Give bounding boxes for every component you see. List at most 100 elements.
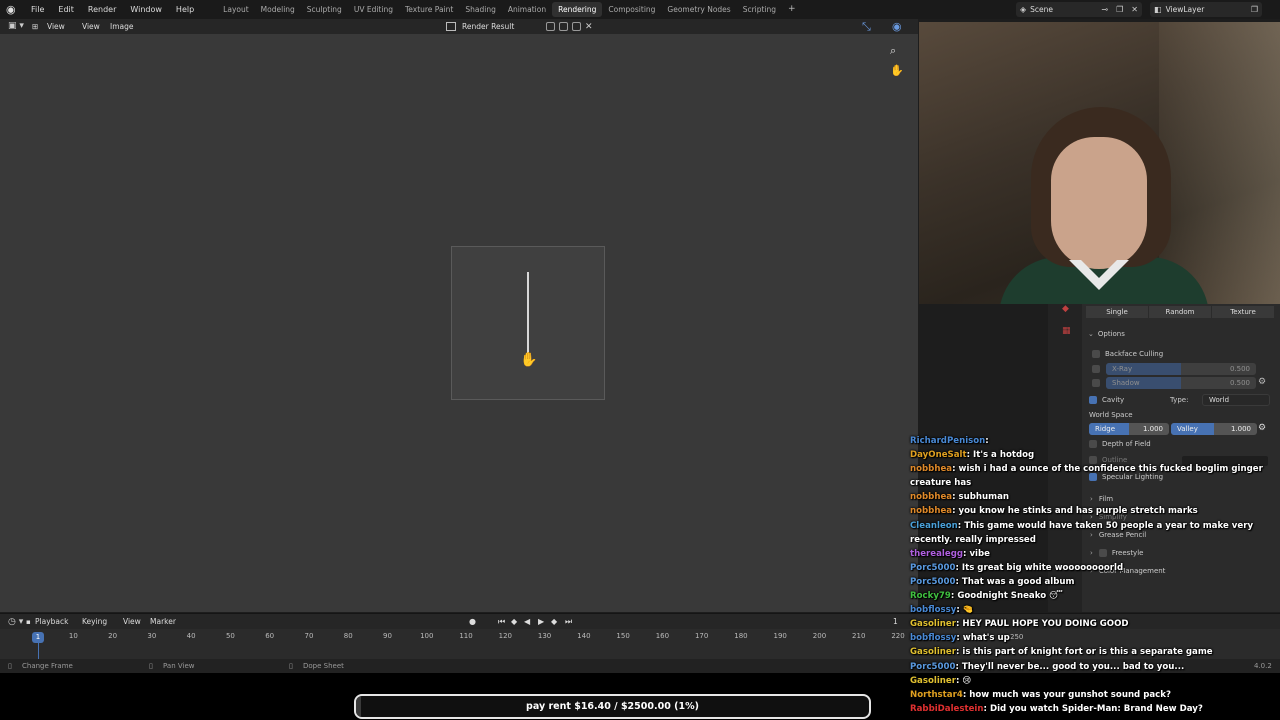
tab-texture-paint[interactable]: Texture Paint	[399, 2, 459, 17]
tab-modeling[interactable]: Modeling	[255, 2, 301, 17]
view-layer-selector[interactable]: ◧ ViewLayer ❐	[1150, 2, 1262, 17]
timeline-tick: 70	[304, 632, 314, 640]
chat-message: nobbhea: wish i had a ounce of the confi…	[910, 462, 1280, 490]
color-texture-button[interactable]: Texture	[1212, 306, 1274, 318]
timeline-tick: 130	[537, 632, 552, 640]
chat-username[interactable]: Rocky79	[910, 591, 951, 601]
chat-username[interactable]: RabbiDalestein	[910, 704, 984, 714]
menu-view-mode[interactable]: View	[47, 19, 65, 34]
chat-text: Goodnight Sneako 😴	[957, 591, 1063, 602]
timeline-tick: 140	[577, 632, 591, 640]
options-header[interactable]: Options	[1098, 330, 1125, 338]
timeline-tick: 80	[343, 632, 353, 640]
mode-icon[interactable]: ▪	[26, 614, 31, 630]
menu-timeline-view[interactable]: View	[123, 614, 141, 630]
cavity-type-select[interactable]: World	[1202, 394, 1270, 406]
pin-icon[interactable]: ⊸	[1097, 5, 1112, 14]
chat-username[interactable]: DayOneSalt	[910, 450, 967, 460]
folder-icon[interactable]	[572, 22, 581, 31]
next-keyframe-icon[interactable]: ◆	[551, 617, 557, 627]
texture-tab-icon[interactable]: ▦	[1062, 326, 1071, 336]
backface-culling-checkbox[interactable]	[1092, 350, 1100, 358]
render-tab-icon[interactable]: ◆	[1062, 304, 1069, 314]
menu-keying[interactable]: Keying	[82, 614, 107, 630]
play-reverse-icon[interactable]: ◀	[524, 617, 530, 627]
current-frame-field[interactable]: 1	[893, 614, 898, 630]
timeline-tick: 200	[812, 632, 827, 640]
chat-text: Its great big white woooooooorld	[961, 562, 1124, 573]
scene-selector[interactable]: ◈ Scene ⊸ ❐ ✕	[1016, 2, 1142, 17]
menu-image[interactable]: Image	[110, 19, 134, 34]
tab-layout[interactable]: Layout	[217, 2, 255, 17]
shadow-slider[interactable]: Shadow 0.500	[1106, 377, 1256, 389]
chat-username[interactable]: RichardPenison	[910, 436, 985, 446]
tab-animation[interactable]: Animation	[502, 2, 552, 17]
chat-username[interactable]: Porc5000	[910, 563, 955, 573]
chat-message: bobflossy: what's up	[910, 631, 1280, 645]
duplicate-icon[interactable]	[559, 22, 568, 31]
hand-pan-icon[interactable]: ✋	[890, 64, 904, 77]
menu-window[interactable]: Window	[123, 0, 169, 19]
prev-keyframe-icon[interactable]: ◆	[511, 617, 517, 627]
cavity-checkbox[interactable]	[1089, 396, 1097, 404]
tab-scripting[interactable]: Scripting	[737, 2, 782, 17]
copy-icon[interactable]: ❐	[1247, 5, 1262, 14]
chat-text: vibe	[969, 548, 990, 559]
view-mode-icon[interactable]: ⊞	[32, 19, 38, 34]
top-menubar: ◉ File Edit Render Window Help Layout Mo…	[0, 0, 1280, 19]
gear-icon[interactable]: ⚙	[1258, 423, 1266, 433]
mouse-left-icon: ▯	[8, 662, 12, 670]
chat-username[interactable]: Porc5000	[910, 662, 955, 672]
xray-slider[interactable]: X-Ray 0.500	[1106, 363, 1256, 375]
chat-username[interactable]: Northstar4	[910, 690, 963, 700]
play-icon[interactable]: ▶	[538, 617, 544, 627]
image-selector[interactable]: Render Result ✕	[446, 20, 598, 33]
record-icon[interactable]: ●	[469, 617, 476, 627]
tab-sculpting[interactable]: Sculpting	[301, 2, 348, 17]
jump-end-icon[interactable]: ⏭	[565, 617, 572, 627]
tab-shading[interactable]: Shading	[459, 2, 501, 17]
chat-username[interactable]: Porc5000	[910, 577, 955, 587]
chat-username[interactable]: therealegg	[910, 549, 963, 559]
close-icon[interactable]: ✕	[585, 22, 593, 32]
shield-icon[interactable]	[546, 22, 555, 31]
menu-help[interactable]: Help	[169, 0, 201, 19]
clock-icon[interactable]: ◷ ▾	[8, 614, 23, 630]
color-random-button[interactable]: Random	[1149, 306, 1211, 318]
playhead-frame[interactable]: 1	[32, 632, 44, 643]
tab-geometry-nodes[interactable]: Geometry Nodes	[661, 2, 736, 17]
add-workspace-button[interactable]: +	[782, 2, 802, 17]
menu-marker[interactable]: Marker	[150, 614, 176, 630]
copy-icon[interactable]: ❐	[1112, 5, 1127, 14]
close-icon[interactable]: ✕	[1127, 5, 1142, 14]
tab-rendering[interactable]: Rendering	[552, 2, 603, 17]
menu-playback[interactable]: Playback	[35, 614, 68, 630]
shadow-checkbox[interactable]	[1092, 379, 1100, 387]
color-single-button[interactable]: Single	[1086, 306, 1148, 318]
chat-username[interactable]: nobbhea	[910, 464, 952, 474]
chat-username[interactable]: nobbhea	[910, 492, 952, 502]
overlay-icon[interactable]: ◉	[892, 20, 902, 33]
chat-username[interactable]: Gasoliner	[910, 619, 956, 629]
zoom-icon[interactable]: ⌕	[890, 44, 896, 58]
chevron-down-icon[interactable]: ⌄	[1088, 330, 1094, 338]
jump-start-icon[interactable]: ⏮	[498, 617, 505, 627]
menu-file[interactable]: File	[24, 0, 51, 19]
menu-render[interactable]: Render	[81, 0, 123, 19]
gear-icon[interactable]: ⚙	[1258, 377, 1266, 387]
editor-type-icon[interactable]: ▣ ▾	[8, 21, 24, 31]
chat-username[interactable]: bobflossy	[910, 633, 956, 643]
chat-username[interactable]: Cleanleon	[910, 521, 958, 531]
chat-username[interactable]: nobbhea	[910, 506, 952, 516]
menu-edit[interactable]: Edit	[51, 0, 81, 19]
gizmo-icon[interactable]: ⤡	[862, 20, 871, 34]
tab-compositing[interactable]: Compositing	[602, 2, 661, 17]
menu-view[interactable]: View	[82, 19, 100, 34]
chat-username[interactable]: Gasoliner	[910, 647, 956, 657]
chat-username[interactable]: Gasoliner	[910, 676, 956, 686]
tab-uv-editing[interactable]: UV Editing	[348, 2, 399, 17]
chat-username[interactable]: bobflossy	[910, 605, 956, 615]
blender-logo-icon[interactable]: ◉	[6, 3, 18, 16]
xray-checkbox[interactable]	[1092, 365, 1100, 373]
chat-text: wish i had a ounce of the confidence thi…	[910, 464, 1263, 489]
